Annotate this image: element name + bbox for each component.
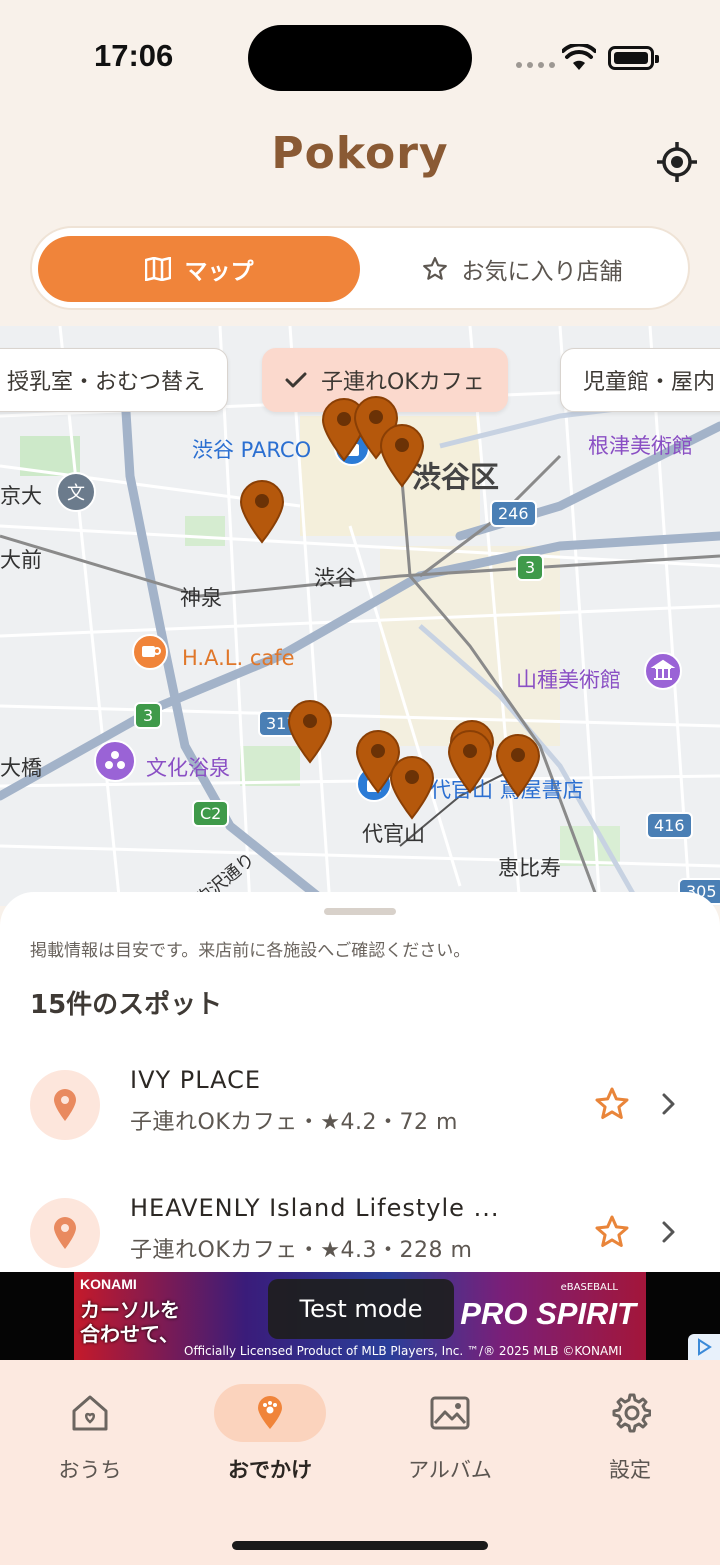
museum-poi-icon[interactable] [644, 652, 682, 692]
map-label: 京大 [0, 484, 42, 508]
cafe-map-pin[interactable] [494, 732, 542, 798]
route-shield-3: 3 [516, 554, 545, 581]
map-label: 文化浴泉 [146, 756, 230, 780]
ad-product-tag: eBASEBALL [560, 1282, 618, 1293]
map-label: H.A.L. cafe [182, 646, 295, 670]
bath-poi-icon[interactable] [94, 740, 136, 782]
avatar [30, 1198, 100, 1268]
ad-banner[interactable]: KONAMI カーソルを合わせて、 eBASEBALL PRO SPIRIT O… [0, 1272, 720, 1360]
tab-favorites[interactable]: お気に入り店舗 [362, 236, 682, 302]
star-outline-icon [422, 257, 447, 280]
cellular-signal-icon [516, 62, 555, 68]
bottom-navigation: おうち おでかけ アルバム 設定 [0, 1360, 720, 1565]
filter-chip-label: 授乳室・おむつ替え [7, 370, 206, 395]
map-label: 渋谷 [314, 566, 356, 590]
image-icon [430, 1396, 470, 1430]
gear-icon [612, 1393, 651, 1433]
location-pin-icon [54, 1217, 76, 1249]
nav-home-label: おうち [58, 1458, 122, 1482]
school-poi-icon[interactable]: 文 [56, 472, 96, 512]
route-shield-c2: C2 [192, 800, 230, 827]
cafe-map-pin[interactable] [378, 422, 426, 488]
filter-chip-label: 子連れOKカフェ [321, 370, 485, 395]
tab-favorites-label: お気に入り店舗 [461, 259, 623, 285]
nav-settings-label: 設定 [609, 1458, 651, 1482]
map-label: 大橋 [0, 756, 42, 780]
dynamic-island [248, 25, 472, 91]
svg-text:文: 文 [67, 483, 85, 504]
tab-map-label: マップ [184, 259, 254, 285]
battery-icon [608, 46, 659, 70]
spot-count: 15件のスポット [30, 990, 223, 1020]
favorite-star-icon[interactable] [594, 1086, 630, 1122]
spot-name: HEAVENLY Island Lifestyle ... [130, 1194, 500, 1222]
tab-map[interactable]: マップ [38, 236, 360, 302]
nav-home[interactable]: おうち [0, 1384, 180, 1494]
location-pin-icon [54, 1089, 76, 1121]
map-icon [144, 257, 171, 281]
map-label: 渋谷 PARCO [192, 438, 312, 462]
spot-details: 子連れOKカフェ・★4.3・228 m [130, 1238, 473, 1263]
map-label: 恵比寿 [498, 856, 561, 880]
location-paw-icon [258, 1396, 282, 1429]
cafe-poi-icon[interactable] [132, 634, 168, 674]
route-shield-3: 3 [134, 702, 163, 729]
spot-details: 子連れOKカフェ・★4.2・72 m [130, 1110, 458, 1135]
nav-outing[interactable]: おでかけ [180, 1384, 360, 1494]
home-indicator [232, 1541, 488, 1550]
chevron-right-icon[interactable] [658, 1090, 678, 1118]
ad-product: PRO SPIRIT [460, 1296, 636, 1331]
filter-chip-nursing-room[interactable]: 授乳室・おむつ替え [0, 348, 229, 412]
filter-chip-childrens-hall[interactable]: 児童館・屋内 [560, 348, 720, 412]
status-time: 17:06 [94, 38, 174, 73]
map-label: 山種美術館 [516, 668, 621, 692]
chevron-right-icon[interactable] [658, 1218, 678, 1246]
nav-settings[interactable]: 設定 [540, 1384, 720, 1494]
list-item[interactable]: IVY PLACE 子連れOKカフェ・★4.2・72 m [0, 1052, 720, 1172]
current-location-icon[interactable] [655, 140, 699, 184]
ad-headline: カーソルを合わせて、 [80, 1298, 180, 1346]
spots-bottom-sheet[interactable]: 掲載情報は目安です。来店前に各施設へご確認ください。 15件のスポット IVY … [0, 892, 720, 1272]
check-icon [285, 372, 307, 388]
status-bar: 17:06 [0, 0, 720, 110]
favorite-star-icon[interactable] [594, 1214, 630, 1250]
cafe-map-pin[interactable] [238, 478, 286, 544]
cafe-map-pin[interactable] [388, 754, 436, 820]
spot-name: IVY PLACE [130, 1066, 262, 1094]
map-label: 大前 [0, 548, 42, 572]
list-item[interactable]: HEAVENLY Island Lifestyle ... 子連れOKカフェ・★… [0, 1180, 720, 1272]
wifi-icon [562, 44, 596, 70]
ad-choices-icon[interactable] [688, 1334, 720, 1360]
cafe-map-pin[interactable] [446, 728, 494, 794]
app-title: Pokory [271, 128, 449, 179]
disclaimer-text: 掲載情報は目安です。来店前に各施設へご確認ください。 [30, 941, 471, 961]
ad-brand: KONAMI [80, 1276, 137, 1292]
nav-outing-label: おでかけ [228, 1458, 312, 1482]
route-shield-416: 416 [646, 812, 693, 839]
map-label: 代官山 [362, 822, 425, 846]
route-shield-246: 246 [490, 500, 537, 527]
map-label: 神泉 [180, 586, 222, 610]
view-tabs: マップ お気に入り店舗 [30, 226, 690, 310]
nav-album-label: アルバム [408, 1458, 492, 1482]
map-view[interactable]: 授乳室・おむつ替え 子連れOKカフェ 児童館・屋内 渋谷 PARCO 根津美術館… [0, 326, 720, 906]
cafe-map-pin[interactable] [286, 698, 334, 764]
map-label: 根津美術館 [588, 434, 693, 458]
filter-chip-label: 児童館・屋内 [583, 370, 716, 395]
ad-fine-print: Officially Licensed Product of MLB Playe… [184, 1344, 623, 1358]
nav-album[interactable]: アルバム [360, 1384, 540, 1494]
test-mode-badge: Test mode [268, 1279, 454, 1339]
sheet-grabber[interactable] [324, 908, 396, 915]
avatar [30, 1070, 100, 1140]
house-icon [72, 1395, 108, 1431]
